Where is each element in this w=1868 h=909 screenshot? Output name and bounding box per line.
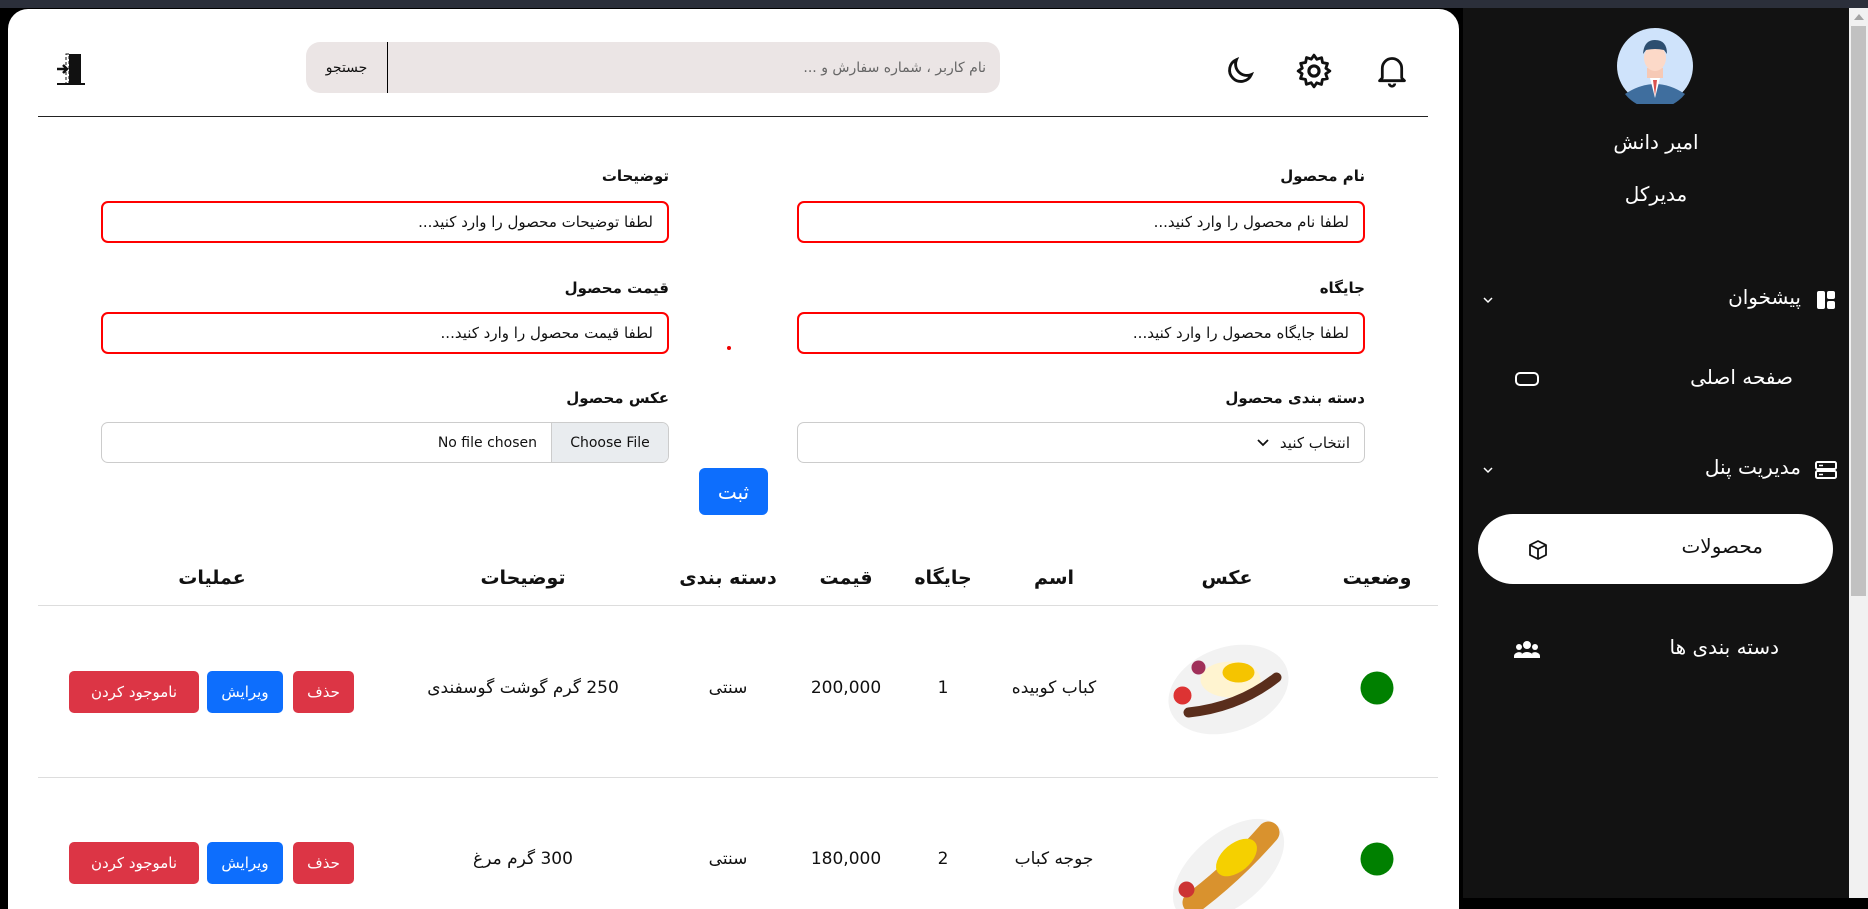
mark-unavailable-button[interactable]: ناموجود کردن bbox=[69, 842, 199, 884]
sidebar-item-label: دسته بندی ها bbox=[1669, 635, 1779, 659]
product-description: 250 گرم گوشت گوسفندی bbox=[427, 678, 619, 698]
moon-icon[interactable] bbox=[1220, 51, 1260, 91]
product-category: سنتی bbox=[709, 678, 748, 698]
delete-button[interactable]: حذف bbox=[293, 842, 354, 884]
header-description: توضیحات bbox=[480, 567, 565, 589]
image-file-input[interactable]: Choose File No file chosen bbox=[101, 422, 669, 463]
box-icon bbox=[1526, 538, 1550, 562]
price-input[interactable]: لطفا قیمت محصول را وارد کنید... bbox=[101, 312, 669, 354]
header-price: قیمت bbox=[819, 567, 872, 589]
search-button[interactable]: جستجو bbox=[306, 42, 388, 93]
avatar bbox=[1617, 28, 1693, 104]
table-header-divider bbox=[38, 605, 1438, 606]
product-name-label: نام محصول bbox=[797, 167, 1365, 185]
product-description: 300 گرم مرغ bbox=[473, 849, 573, 869]
search-input[interactable] bbox=[388, 42, 1000, 93]
main-content: جستجو نام محصول لطفا نام محصول را وارد ک… bbox=[8, 9, 1459, 909]
sidebar-item-label: پیشخوان bbox=[1728, 285, 1801, 309]
server-icon bbox=[1815, 459, 1837, 481]
chevron-down-icon[interactable] bbox=[1481, 463, 1495, 477]
monitor-icon bbox=[1513, 370, 1541, 390]
users-icon bbox=[1513, 638, 1541, 660]
scrollbar[interactable] bbox=[1849, 8, 1868, 898]
logout-icon[interactable] bbox=[53, 51, 89, 87]
dashboard-icon bbox=[1815, 289, 1837, 311]
sidebar-item-products[interactable]: محصولات bbox=[1478, 514, 1833, 584]
chevron-down-icon bbox=[1256, 434, 1270, 452]
category-select[interactable]: انتخاب کنید bbox=[797, 422, 1365, 463]
product-price: 180,000 bbox=[811, 849, 881, 869]
product-position: 1 bbox=[938, 678, 949, 698]
status-indicator bbox=[1361, 672, 1394, 705]
mark-unavailable-button[interactable]: ناموجود کردن bbox=[69, 671, 199, 713]
price-label: قیمت محصول bbox=[101, 279, 669, 297]
edit-button[interactable]: ویرایش bbox=[207, 671, 283, 713]
validation-dot bbox=[727, 346, 731, 350]
gear-icon[interactable] bbox=[1294, 51, 1334, 91]
user-name: امیر دانش bbox=[1463, 130, 1849, 154]
header-name: اسم bbox=[1034, 567, 1074, 589]
submit-button[interactable]: ثبت bbox=[699, 468, 768, 515]
sidebar-item-label: مدیریت پنل bbox=[1705, 455, 1801, 479]
scrollbar-thumb[interactable] bbox=[1851, 26, 1866, 596]
product-position: 2 bbox=[938, 849, 949, 869]
edit-button[interactable]: ویرایش bbox=[207, 842, 283, 884]
header-category: دسته بندی bbox=[679, 567, 777, 589]
product-image bbox=[1159, 798, 1296, 909]
scroll-up-arrow-icon[interactable] bbox=[1854, 14, 1864, 20]
header-actions: عملیات bbox=[178, 567, 245, 589]
chevron-down-icon[interactable] bbox=[1481, 293, 1495, 307]
sidebar-item-label: صفحه اصلی bbox=[1690, 365, 1793, 389]
category-select-value: انتخاب کنید bbox=[1280, 434, 1350, 452]
product-name: جوجه کباب bbox=[1015, 849, 1094, 869]
image-label: عکس محصول bbox=[101, 389, 669, 407]
category-label: دسته بندی محصول bbox=[797, 389, 1365, 407]
product-image bbox=[1159, 618, 1296, 761]
row-divider bbox=[38, 777, 1438, 778]
header-image: عکس bbox=[1202, 567, 1253, 589]
header-position: جایگاه bbox=[914, 567, 971, 589]
choose-file-button[interactable]: Choose File bbox=[551, 423, 668, 462]
search-bar: جستجو bbox=[306, 42, 1000, 93]
description-label: توضیحات bbox=[101, 167, 669, 185]
product-price: 200,000 bbox=[811, 678, 881, 698]
header-status: وضعیت bbox=[1343, 567, 1412, 589]
status-indicator bbox=[1361, 843, 1394, 876]
product-category: سنتی bbox=[709, 849, 748, 869]
position-input[interactable]: لطفا جایگاه محصول را وارد کنید... bbox=[797, 312, 1365, 354]
sidebar: امیر دانش مدیرکل پیشخوان صفحه اصلی مدیری… bbox=[1463, 8, 1849, 898]
position-label: جایگاه bbox=[797, 279, 1365, 297]
user-role: مدیرکل bbox=[1463, 182, 1849, 206]
header-divider bbox=[38, 116, 1428, 117]
sidebar-item-label: محصولات bbox=[1681, 534, 1763, 558]
delete-button[interactable]: حذف bbox=[293, 671, 354, 713]
file-status: No file chosen bbox=[102, 423, 551, 462]
bell-icon[interactable] bbox=[1372, 51, 1412, 91]
description-input[interactable]: لطفا توضیحات محصول را وارد کنید... bbox=[101, 201, 669, 243]
product-name: کباب کوبیده bbox=[1012, 678, 1096, 698]
window-top-bar bbox=[0, 0, 1868, 8]
product-name-input[interactable]: لطفا نام محصول را وارد کنید... bbox=[797, 201, 1365, 243]
